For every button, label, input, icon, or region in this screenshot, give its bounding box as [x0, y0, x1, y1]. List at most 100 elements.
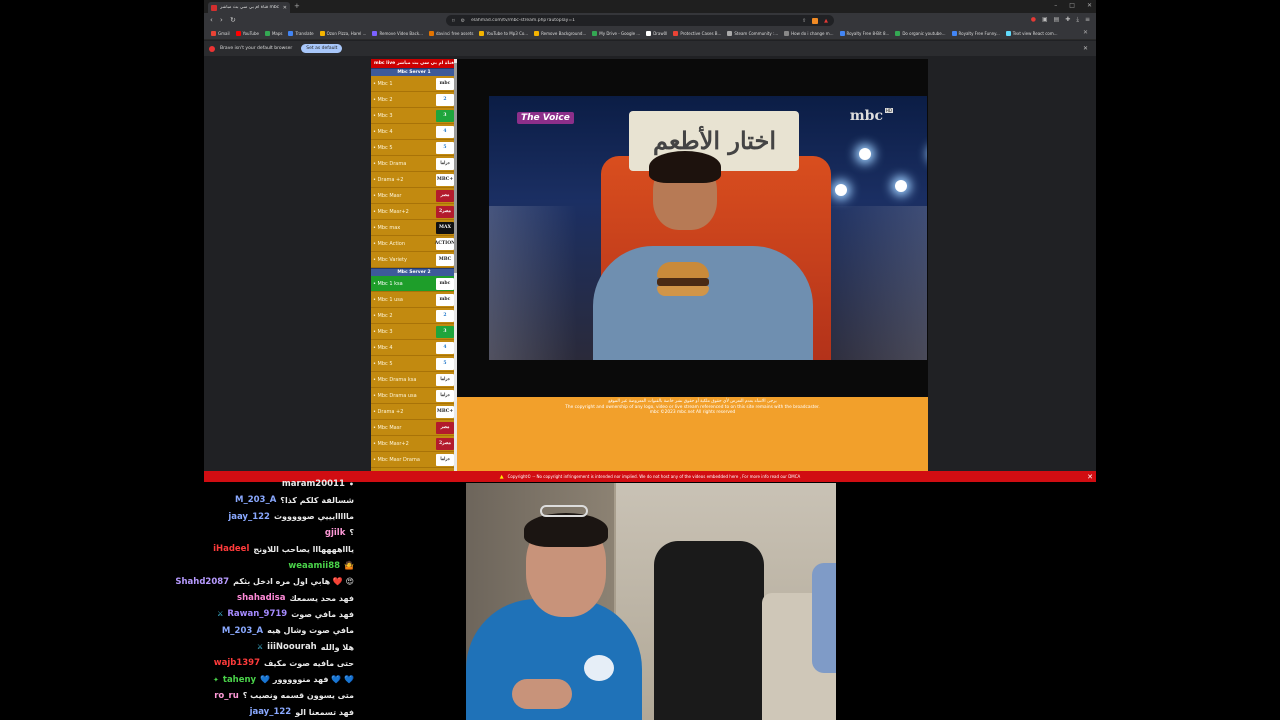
- channel-item[interactable]: • Mbc 5 5: [371, 356, 457, 372]
- chat-username[interactable]: weaamii88: [288, 561, 340, 571]
- maximize-icon[interactable]: □: [1069, 2, 1075, 9]
- channel-label: • Mbc Masr+2: [373, 440, 409, 447]
- close-window-icon[interactable]: ✕: [1087, 2, 1092, 9]
- chat-username[interactable]: iHadeel: [213, 544, 249, 554]
- back-icon[interactable]: ‹: [210, 16, 213, 25]
- bookmark-item[interactable]: Do organic youtube...: [892, 31, 948, 36]
- channel-item[interactable]: • Mbc Masr Drama دراما: [371, 452, 457, 468]
- bookmark-item[interactable]: Remove Video Back...: [369, 31, 426, 36]
- channel-item[interactable]: • Mbc 2 2: [371, 92, 457, 108]
- extensions-icon[interactable]: ✚: [1065, 16, 1070, 24]
- minimize-icon[interactable]: –: [1054, 2, 1057, 9]
- channel-item[interactable]: • Mbc Action ACTION: [371, 236, 457, 252]
- bookmark-favicon-icon: [592, 31, 598, 36]
- infobar-close-icon[interactable]: ✕: [1083, 45, 1088, 52]
- share-icon[interactable]: ⇪: [802, 18, 806, 24]
- bookmark-item[interactable]: Gmail: [208, 31, 233, 36]
- chat-username[interactable]: iiiNoourah: [267, 642, 317, 652]
- channel-item[interactable]: • Mbc max MAX: [371, 220, 457, 236]
- bookmark-item[interactable]: davinci free assets: [426, 31, 476, 36]
- channel-item[interactable]: • Mbc Drama usa دراما: [371, 388, 457, 404]
- channel-item[interactable]: • Mbc Masr+2 مصر2: [371, 204, 457, 220]
- channel-logo-icon: MBC+: [436, 173, 454, 186]
- chat-username[interactable]: jaay_122: [228, 512, 270, 522]
- bookmark-item[interactable]: Ozon Pizza, Harel ...: [317, 31, 370, 36]
- channel-item[interactable]: • Mbc 1 usa mbc: [371, 292, 457, 308]
- bookmark-item[interactable]: How do i change m...: [781, 31, 836, 36]
- the-voice-logo: The Voice: [517, 112, 574, 124]
- brave-shield-icon[interactable]: [812, 17, 819, 24]
- chat-username[interactable]: jaay_122: [250, 707, 292, 717]
- wallet-icon[interactable]: ▤: [1054, 16, 1060, 24]
- reload-icon[interactable]: ↻: [230, 16, 236, 25]
- channel-item[interactable]: • Mbc 3 3: [371, 108, 457, 124]
- rewards-icon[interactable]: ▲: [824, 18, 828, 24]
- chat-text: هلا والله: [320, 642, 354, 652]
- url-text[interactable]: elahmad.com/tv/mbc-stream.php?autoplay=1: [471, 18, 796, 23]
- channel-item[interactable]: • Mbc Drama ksa دراما: [371, 372, 457, 388]
- tab-mbc-stream[interactable]: قناة ام بي سي بث مباشر mbc ✕: [208, 2, 290, 13]
- bookmark-item[interactable]: Text view React com...: [1003, 31, 1061, 36]
- bookmark-item[interactable]: YouTube: [233, 31, 262, 36]
- bookmark-item[interactable]: Royalty Free Funny...: [949, 31, 1003, 36]
- chat-username[interactable]: M_203_A: [235, 495, 276, 505]
- channel-item[interactable]: • Mbc 4 4: [371, 124, 457, 140]
- sidebar-header: mbc live قناة ام بي سي بث مباشر: [371, 59, 457, 68]
- channel-item[interactable]: • Mbc 1 mbc: [371, 76, 457, 92]
- webcam-feed: [466, 483, 836, 720]
- chat-username[interactable]: shahadisa: [237, 593, 285, 603]
- menu-icon[interactable]: ≡: [1085, 16, 1090, 24]
- close-bar-icon[interactable]: ✕: [1087, 473, 1093, 481]
- bookmark-item[interactable]: YouTube to Mp3 Co...: [476, 31, 531, 36]
- page-content: mbc live قناة ام بي سي بث مباشر Mbc Serv…: [204, 57, 1096, 471]
- bookmark-item[interactable]: Steam Community :...: [724, 31, 781, 36]
- download-icon[interactable]: ⤓: [1076, 16, 1079, 24]
- channel-item[interactable]: • Mbc Masr مصر: [371, 188, 457, 204]
- channel-item[interactable]: • Mbc 2 2: [371, 308, 457, 324]
- sidebar-icon[interactable]: ▣: [1042, 16, 1048, 24]
- chat-username[interactable]: wajb1397: [214, 658, 260, 668]
- channel-item[interactable]: • Drama +2 MBC+: [371, 172, 457, 188]
- bookmark-item[interactable]: Translate: [285, 31, 316, 36]
- channel-item[interactable]: • Mbc Variety MBC: [371, 252, 457, 268]
- bookmark-item[interactable]: Remove Background...: [531, 31, 589, 36]
- chat-username[interactable]: maram20011: [282, 479, 345, 489]
- bookmark-item[interactable]: Royalty Free 8-Bit 8...: [837, 31, 893, 36]
- forward-icon[interactable]: ›: [220, 16, 223, 25]
- channel-item[interactable]: • Mbc 1 ksa mbc: [371, 276, 457, 292]
- chat-username[interactable]: ro_ru: [214, 691, 239, 701]
- new-tab-icon[interactable]: +: [294, 2, 300, 11]
- channel-item[interactable]: • Mbc Masr مصر: [371, 420, 457, 436]
- bookmarks-overflow-icon[interactable]: ✕: [1083, 29, 1088, 36]
- chat-username[interactable]: Rawan_9719: [227, 609, 287, 619]
- extension-icon[interactable]: ●: [1031, 16, 1036, 24]
- bookmark-item[interactable]: Protective Cases B...: [670, 31, 724, 36]
- channel-item[interactable]: • Mbc Masr+2 مصر2: [371, 436, 457, 452]
- chat-message: jaay_122 فهد تسمعنا الو: [250, 704, 354, 720]
- channel-item[interactable]: • Mbc Drama دراما: [371, 156, 457, 172]
- video-frame[interactable]: اختار الأطعم The Voice mbc HD: [489, 96, 927, 360]
- chat-username[interactable]: gjilk: [325, 528, 345, 538]
- set-default-button[interactable]: Set as default: [301, 44, 343, 53]
- bookmark-icon[interactable]: ⌑: [452, 18, 455, 24]
- chat-username[interactable]: Shahd2087: [175, 577, 229, 587]
- channel-label: • Mbc Drama ksa: [373, 376, 417, 383]
- channel-item[interactable]: • Mbc 5 5: [371, 140, 457, 156]
- address-bar[interactable]: ⌑ ⚙ elahmad.com/tv/mbc-stream.php?autopl…: [446, 15, 834, 26]
- channel-item[interactable]: • Mbc 4 4: [371, 340, 457, 356]
- mod-badge-icon: ⚔: [217, 610, 224, 619]
- bookmark-item[interactable]: Maps: [262, 31, 286, 36]
- channel-item[interactable]: • Mbc 3 3: [371, 324, 457, 340]
- bookmark-favicon-icon: [211, 31, 216, 36]
- channel-item[interactable]: • Drama +2 MBC+: [371, 404, 457, 420]
- bookmark-item[interactable]: My Drive - Google ...: [589, 31, 643, 36]
- chat-username[interactable]: M_203_A: [222, 626, 263, 636]
- copyright-text[interactable]: Copyright© -- No copyright infringement …: [508, 474, 801, 479]
- bookmark-item[interactable]: Draw0l: [643, 31, 670, 36]
- chat-message: shahadisa فهد محد يسمعك: [237, 590, 354, 606]
- video-player[interactable]: اختار الأطعم The Voice mbc HD: [457, 59, 928, 399]
- tab-close-icon[interactable]: ✕: [283, 5, 287, 11]
- streamer-hair: [524, 513, 608, 547]
- site-info-icon[interactable]: ⚙: [461, 18, 465, 24]
- chat-username[interactable]: taheny: [223, 675, 256, 685]
